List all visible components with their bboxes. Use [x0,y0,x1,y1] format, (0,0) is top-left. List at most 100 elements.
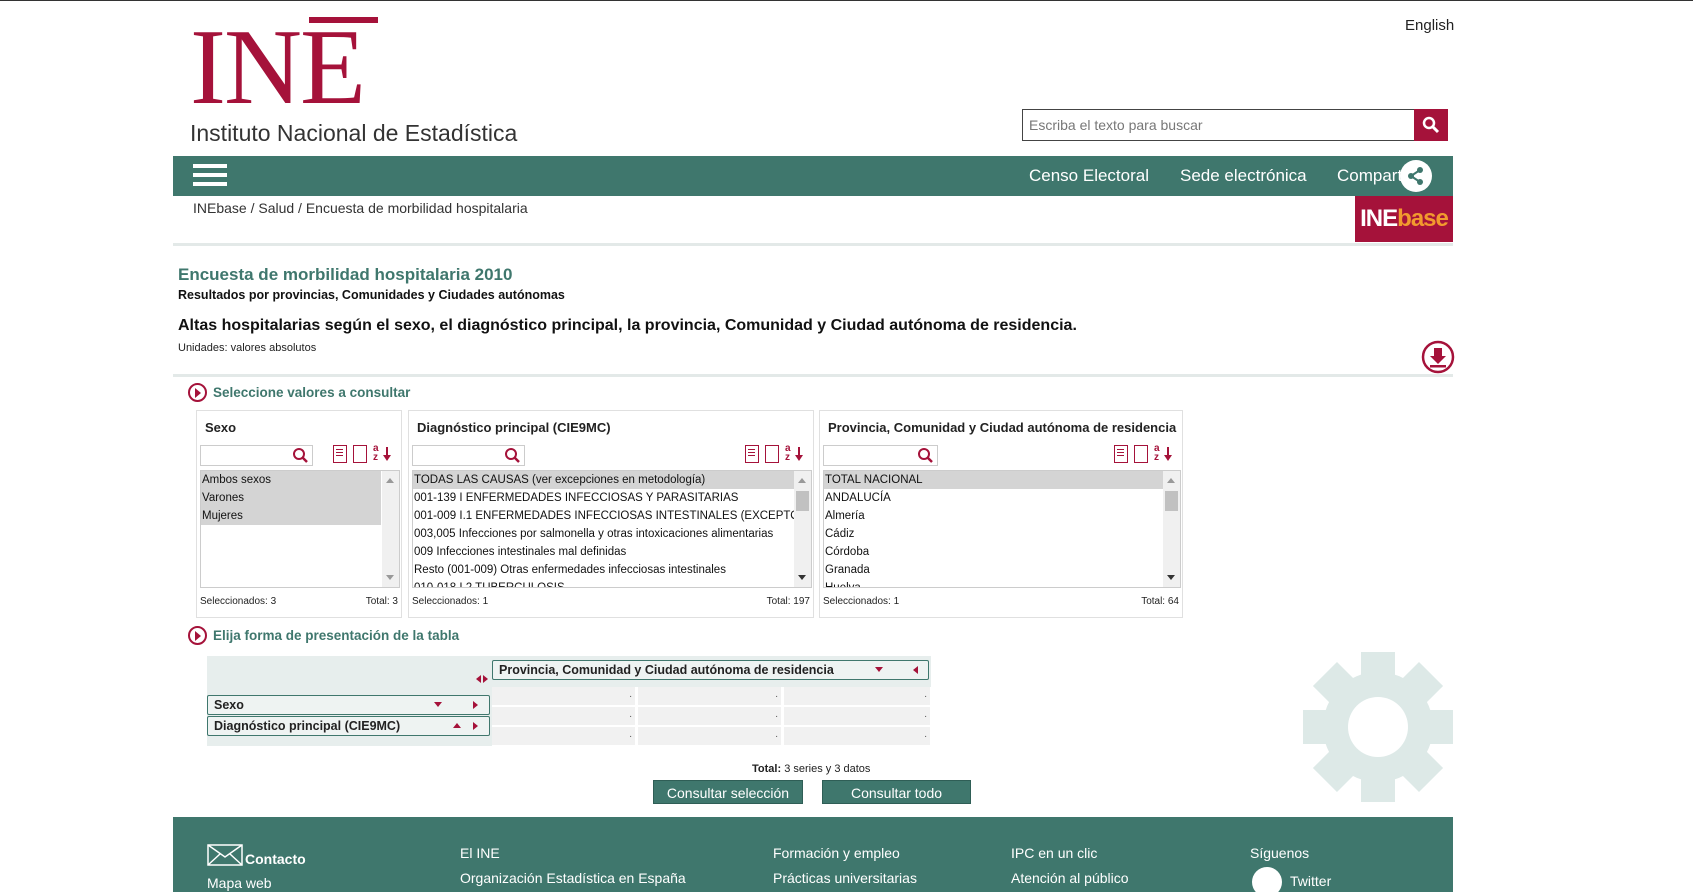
logo-name: Instituto Nacional de Estadística [190,120,518,146]
select-all-icon[interactable] [333,445,347,463]
move-right-icon[interactable] [473,701,478,709]
variable-name: Provincia, Comunidad y Ciudad autónoma d… [828,420,1177,435]
units-label: Unidades: valores absolutos [178,342,317,354]
select-all-icon[interactable] [745,445,759,463]
list-option[interactable]: 001-139 I ENFERMEDADES INFECCIOSAS Y PAR… [413,489,795,507]
move-down-icon[interactable] [875,667,883,672]
list-option[interactable]: 001-009 I.1 ENFERMEDADES INFECCIOSAS INT… [413,507,795,525]
footer-contact[interactable]: Contacto [245,851,306,867]
search-icon[interactable] [504,447,521,464]
total-count: Total: 3 [365,596,398,607]
values-listbox[interactable]: Ambos sexos Varones Mujeres [200,470,400,588]
list-option[interactable]: ANDALUCÍA [824,489,1164,507]
divider [173,374,1453,377]
section-select-values[interactable]: Seleccione valores a consultar [188,383,410,402]
divider [173,243,1453,246]
table-title: Altas hospitalarias según el sexo, el di… [178,317,1077,334]
values-listbox[interactable]: TODAS LAS CAUSAS (ver excepciones en met… [412,470,812,588]
footer-link[interactable]: Formación y empleo [773,845,900,861]
section-layout-label: Elija forma de presentación de la tabla [213,628,460,643]
sort-az-icon[interactable]: az [373,444,393,464]
footer-link[interactable]: Prácticas universitarias [773,870,917,886]
row-dimension-chip-diagnostico[interactable]: Diagnóstico principal (CIE9MC) [207,716,490,736]
search-icon[interactable] [917,447,934,464]
preview-cell: . [492,687,635,705]
deselect-all-icon[interactable] [1134,445,1148,463]
move-down-icon[interactable] [434,702,442,707]
gear-icon [1303,652,1453,802]
move-left-icon[interactable] [913,666,918,674]
top-border [0,0,1693,1]
breadcrumb[interactable]: INEbase / Salud / Encuesta de morbilidad… [193,200,528,216]
preview-cell: . [492,707,635,725]
swap-icon[interactable] [476,674,490,684]
list-option[interactable]: Córdoba [824,543,1164,561]
list-option[interactable]: Huelva [824,579,1164,587]
list-option[interactable]: Varones [201,489,381,507]
search-icon[interactable] [292,447,309,464]
total-label: Total: [752,763,782,775]
preview-cell: . [638,707,781,725]
row-dimension-label: Diagnóstico principal (CIE9MC) [214,719,401,733]
mail-icon[interactable] [207,844,243,866]
deselect-all-icon[interactable] [353,445,367,463]
scrollbar[interactable] [1163,471,1180,587]
list-option[interactable]: Ambos sexos [201,471,381,489]
variable-search-input[interactable] [412,445,525,466]
menu-icon[interactable] [193,164,227,188]
footer-link[interactable]: El INE [460,845,500,861]
search-input[interactable] [1023,110,1413,140]
list-tools: az [1114,444,1174,464]
preview-cell: . [784,727,930,745]
variable-name: Diagnóstico principal (CIE9MC) [417,420,611,435]
list-option[interactable]: TOTAL NACIONAL [824,471,1164,489]
variable-box-diagnostico: Diagnóstico principal (CIE9MC) az TODAS … [408,410,814,618]
preview-cell: . [784,687,930,705]
move-right-icon[interactable] [473,722,478,730]
deselect-all-icon[interactable] [765,445,779,463]
inebase-badge[interactable]: INE base [1355,196,1453,242]
list-option[interactable]: 003,005 Infecciones por salmonella y otr… [413,525,795,543]
list-option[interactable]: Granada [824,561,1164,579]
page-title: Encuesta de morbilidad hospitalaria 2010 [178,265,513,284]
list-option[interactable]: 010-018 I.2 TUBERCULOSIS [413,579,795,587]
list-option[interactable]: TODAS LAS CAUSAS (ver excepciones en met… [413,471,795,489]
list-option[interactable]: Almería [824,507,1164,525]
row-dimension-chip-sexo[interactable]: Sexo [207,695,490,715]
variable-name: Sexo [205,420,237,435]
list-option[interactable]: Resto (001-009) Otras enfermedades infec… [413,561,795,579]
sort-az-icon[interactable]: az [1154,444,1174,464]
total-count: Total: 197 [766,596,810,607]
play-circle-icon [188,626,207,645]
scrollbar[interactable] [382,471,399,587]
language-link[interactable]: English [1405,17,1454,34]
main-nav: Censo Electoral Sede electrónica Compart… [173,156,1453,196]
footer-map[interactable]: Mapa web [207,875,272,891]
footer-link[interactable]: IPC en un clic [1011,845,1097,861]
nav-censo-electoral[interactable]: Censo Electoral [1029,166,1149,186]
list-option[interactable]: Mujeres [201,507,381,525]
footer-follow: Síguenos [1250,845,1310,861]
list-tools: az [333,444,393,464]
variable-search-input[interactable] [200,445,313,466]
consult-selection-button[interactable]: Consultar selección [653,780,803,804]
twitter-icon[interactable] [1252,867,1282,892]
values-listbox[interactable]: TOTAL NACIONAL ANDALUCÍA Almería Cádiz C… [823,470,1181,588]
column-dimension-chip[interactable]: Provincia, Comunidad y Ciudad autónoma d… [492,660,929,680]
sort-az-icon[interactable]: az [785,444,805,464]
search-icon [1422,116,1440,134]
list-option[interactable]: 009 Infecciones intestinales mal definid… [413,543,795,561]
nav-sede-electronica[interactable]: Sede electrónica [1180,166,1307,186]
select-all-icon[interactable] [1114,445,1128,463]
footer-link[interactable]: Organización Estadística en España [460,870,686,886]
search-button[interactable] [1414,109,1448,141]
move-up-icon[interactable] [453,723,461,728]
variable-search-input[interactable] [823,445,938,466]
scrollbar[interactable] [794,471,811,587]
footer-twitter[interactable]: Twitter [1290,873,1331,889]
list-option[interactable]: Cádiz [824,525,1164,543]
share-icon[interactable] [1400,160,1432,192]
section-layout[interactable]: Elija forma de presentación de la tabla [188,626,459,645]
footer-link[interactable]: Atención al público [1011,870,1129,886]
consult-all-button[interactable]: Consultar todo [822,780,971,804]
